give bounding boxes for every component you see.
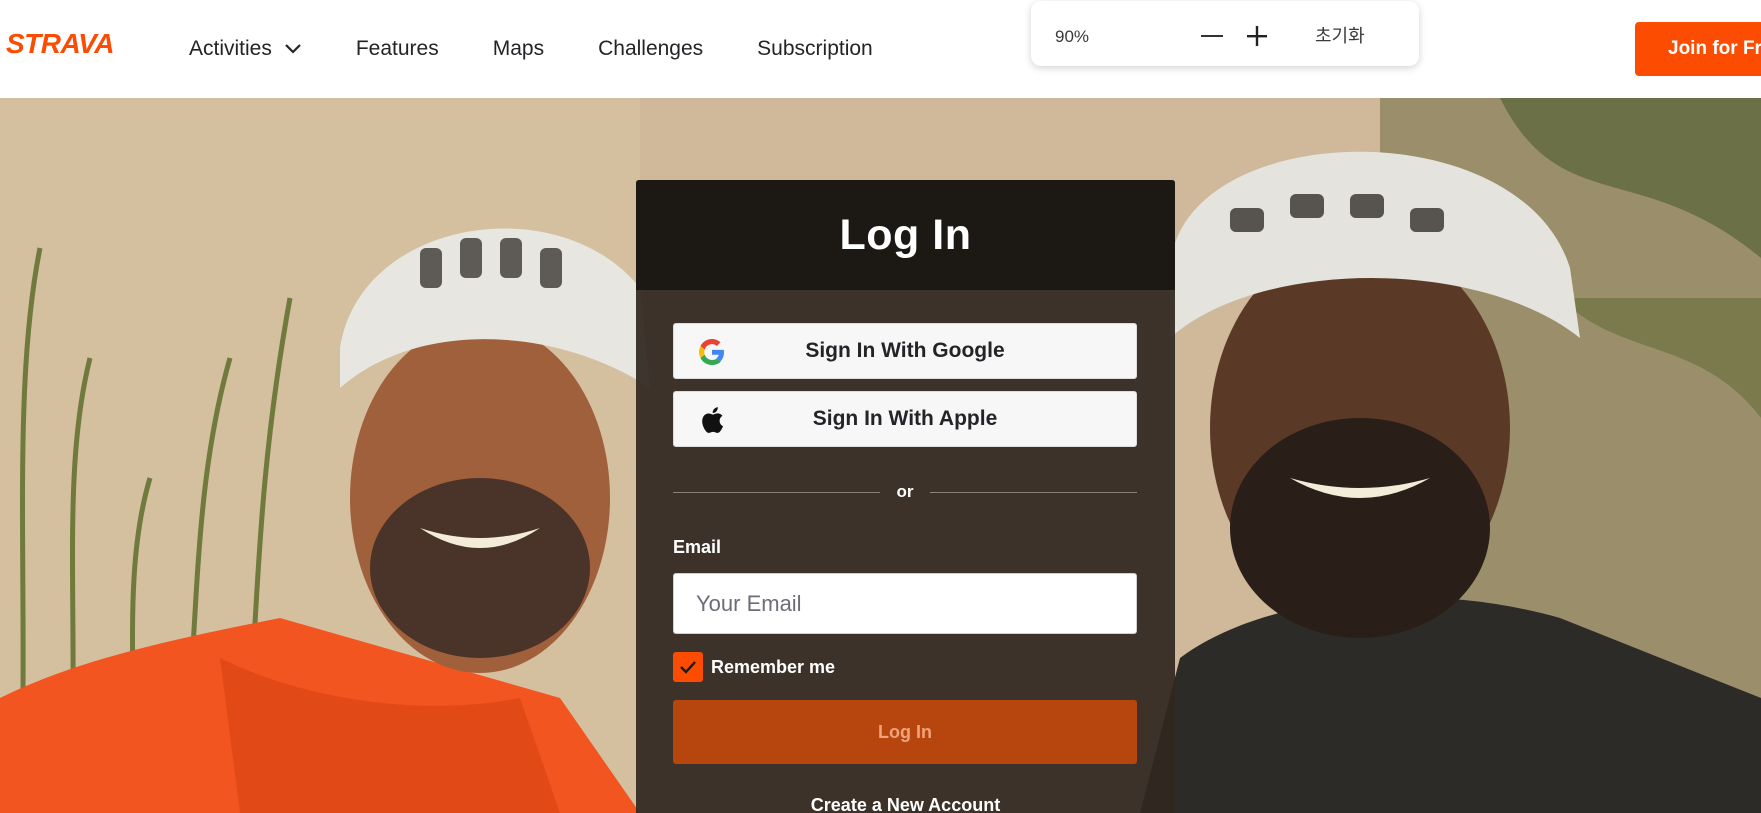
email-label: Email: [673, 537, 722, 557]
remember-me-checkbox[interactable]: Remember me: [673, 652, 835, 682]
zoom-level-value: 90%: [1055, 27, 1090, 46]
checkbox-checked[interactable]: [673, 652, 703, 682]
nav-item-label: Maps: [492, 37, 545, 60]
nav-item-label: Features: [355, 37, 439, 60]
log-in-submit-button[interactable]: Log In: [673, 700, 1137, 764]
google-icon: [698, 338, 726, 366]
nav-item-label: Challenges: [598, 37, 704, 60]
login-card-header: Log In: [636, 180, 1175, 290]
plus-icon: [1247, 26, 1267, 46]
submit-button-label: Log In: [878, 721, 932, 742]
nav-item-subscription[interactable]: Subscription: [757, 37, 873, 61]
apple-button-label: Sign In With Apple: [812, 407, 998, 430]
sign-in-apple-button[interactable]: Sign In With Apple: [673, 391, 1137, 447]
nav-item-label: Activities: [189, 37, 272, 60]
nav-item-features[interactable]: Features: [356, 37, 439, 61]
browser-zoom-popup: 90% 초기화: [1031, 1, 1419, 66]
minus-icon: [1201, 35, 1223, 37]
strava-logo[interactable]: STRAVA: [6, 30, 134, 56]
divider-line: [930, 492, 1137, 493]
apple-icon: [698, 406, 726, 434]
main-nav: Activities Features Maps Challenges Subs…: [189, 0, 927, 98]
nav-item-challenges[interactable]: Challenges: [598, 37, 703, 61]
join-button-label: Join for Free: [1668, 38, 1761, 59]
login-card: Log In Sign In With Google Sign In With …: [636, 180, 1175, 813]
checkmark-icon: [680, 661, 696, 674]
remember-me-label: Remember me: [711, 656, 836, 677]
sign-in-google-button[interactable]: Sign In With Google: [673, 323, 1137, 379]
zoom-out-button[interactable]: [1197, 21, 1227, 51]
nav-item-maps[interactable]: Maps: [493, 37, 544, 61]
nav-item-label: Subscription: [757, 37, 873, 60]
zoom-in-button[interactable]: [1242, 21, 1272, 51]
zoom-reset-button[interactable]: 초기화: [1315, 22, 1365, 48]
chevron-down-icon: [284, 43, 302, 55]
login-title: Log In: [839, 210, 972, 259]
or-divider: or: [673, 482, 1137, 502]
email-input[interactable]: [673, 573, 1137, 634]
join-for-free-button[interactable]: Join for Free: [1635, 22, 1761, 76]
create-account-link[interactable]: Create a New Account: [636, 795, 1175, 813]
nav-item-activities[interactable]: Activities: [189, 37, 302, 61]
top-navigation-bar: STRAVA Activities Features Maps Challeng…: [0, 0, 1761, 98]
strava-logo-text: STRAVA: [6, 30, 114, 56]
google-button-label: Sign In With Google: [805, 339, 1005, 362]
